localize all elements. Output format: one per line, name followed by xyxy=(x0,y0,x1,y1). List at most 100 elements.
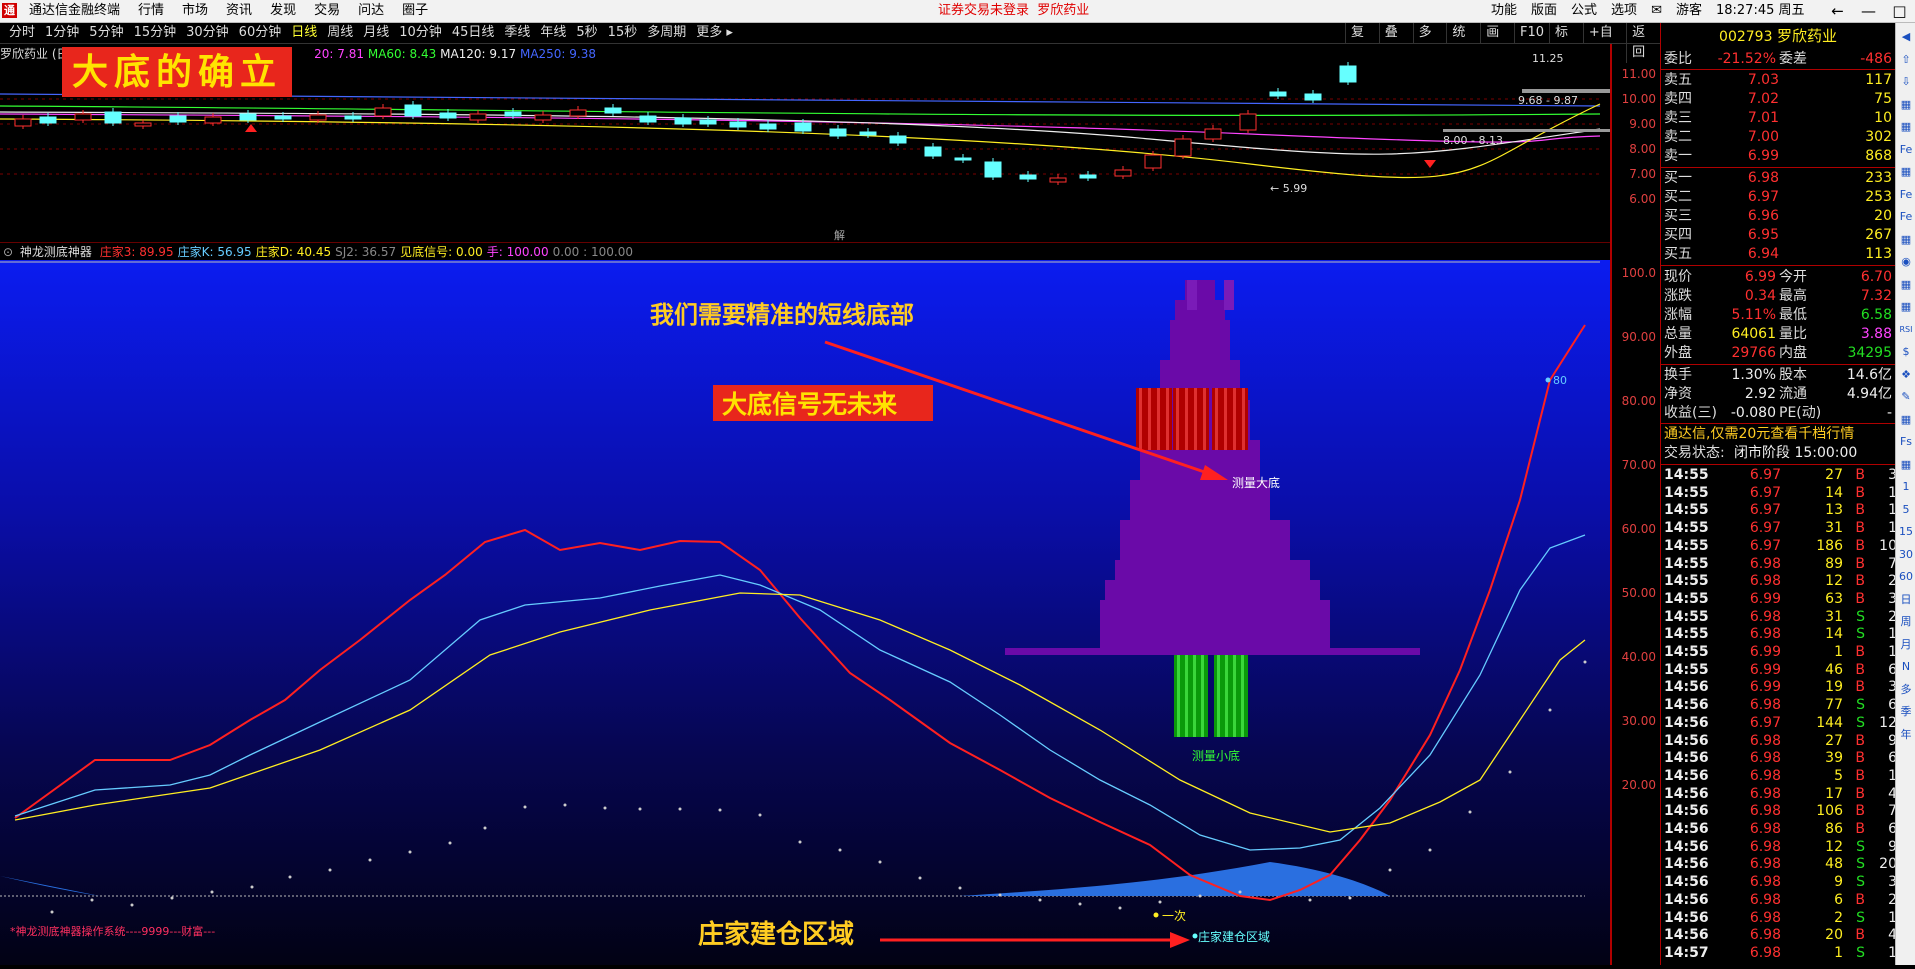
menu-hangqing[interactable]: 行情 xyxy=(129,0,173,22)
side-tool-4[interactable]: ▦ xyxy=(1898,119,1914,135)
menu-quanzi[interactable]: 圈子 xyxy=(393,0,437,22)
menu-gongneng[interactable]: 功能 xyxy=(1484,0,1524,22)
tick-time: 14:55 xyxy=(1664,502,1709,519)
ma250-label: MA250: 9.38 xyxy=(519,47,597,61)
signal-bar-highlight xyxy=(1148,388,1151,450)
period-tab-6[interactable]: 日线 xyxy=(286,23,322,43)
side-tool-8[interactable]: Fe xyxy=(1898,209,1914,225)
maximize-icon[interactable]: □ xyxy=(1884,0,1915,22)
period-tab-12[interactable]: 年线 xyxy=(535,23,571,43)
tick-time: 14:55 xyxy=(1664,484,1709,501)
tick-volume: 9 xyxy=(1834,874,1843,891)
menu-jiaoyi[interactable]: 交易 xyxy=(305,0,349,22)
sj2-dot xyxy=(1158,900,1162,904)
indicator-name[interactable]: 神龙测底神器 xyxy=(20,245,92,259)
sj2-dot xyxy=(958,886,962,890)
tick-volume: 63 xyxy=(1825,590,1843,607)
period-tab-3[interactable]: 15分钟 xyxy=(129,23,182,43)
sj2-dot xyxy=(1198,894,1202,898)
menu-zixun[interactable]: 资讯 xyxy=(217,0,261,22)
tick-time: 14:56 xyxy=(1664,732,1709,749)
period-tab-10[interactable]: 45日线 xyxy=(447,23,500,43)
price-band xyxy=(1522,89,1612,93)
bid-label: 买四 xyxy=(1664,227,1692,243)
menu-wenda[interactable]: 问达 xyxy=(349,0,393,22)
period-tab-0[interactable]: 分时 xyxy=(4,23,40,43)
side-tool-11[interactable]: ▦ xyxy=(1898,277,1914,293)
side-tool-3[interactable]: ▦ xyxy=(1898,97,1914,113)
tick-volume: 17 xyxy=(1825,785,1843,802)
tick-time: 14:55 xyxy=(1664,590,1709,607)
indicator-chart[interactable]: 测量大底 测量小底 一次 庄家建仓区域 80 *神龙测底神器操作系统----9999---… xyxy=(0,260,1612,965)
ask-volume: 75 xyxy=(1874,91,1892,107)
side-tool-22[interactable]: 15 xyxy=(1898,524,1914,540)
indicator-tick: 20.00 xyxy=(1621,778,1656,792)
side-tool-0[interactable]: ◀ xyxy=(1898,29,1914,45)
ask-price: 7.02 xyxy=(1747,91,1779,107)
side-tool-28[interactable]: N xyxy=(1898,659,1914,675)
side-tool-20[interactable]: 1 xyxy=(1898,479,1914,495)
menu-banmian[interactable]: 版面 xyxy=(1524,0,1564,22)
webi-value: -21.52% xyxy=(1717,51,1776,67)
side-tool-13[interactable]: RSI xyxy=(1898,322,1914,338)
side-tool-1[interactable]: ⇧ xyxy=(1898,52,1914,68)
period-tab-1[interactable]: 1分钟 xyxy=(40,23,84,43)
side-tool-18[interactable]: Fs xyxy=(1898,434,1914,450)
side-tool-10[interactable]: ◉ xyxy=(1898,254,1914,270)
sj2-dot xyxy=(998,893,1002,897)
period-tab-15[interactable]: 多周期 xyxy=(642,23,691,43)
menu-faxian[interactable]: 发现 xyxy=(261,0,305,22)
side-tool-2[interactable]: ⇩ xyxy=(1898,74,1914,90)
bid-volume: 20 xyxy=(1874,208,1892,224)
signal-bar-highlight xyxy=(1233,655,1236,737)
side-tool-7[interactable]: Fe xyxy=(1898,187,1914,203)
side-tool-5[interactable]: Fe xyxy=(1898,142,1914,158)
side-tool-12[interactable]: ▦ xyxy=(1898,299,1914,315)
side-tool-30[interactable]: 季 xyxy=(1898,704,1914,720)
side-tool-21[interactable]: 5 xyxy=(1898,502,1914,518)
side-tool-24[interactable]: 60 xyxy=(1898,569,1914,585)
tick-volume: 39 xyxy=(1825,750,1843,767)
ask-label: 卖四 xyxy=(1664,91,1692,107)
side-tool-17[interactable]: ▦ xyxy=(1898,412,1914,428)
side-tool-6[interactable]: ▦ xyxy=(1898,164,1914,180)
menu-gongshi[interactable]: 公式 xyxy=(1564,0,1604,22)
period-tab-4[interactable]: 30分钟 xyxy=(181,23,234,43)
back-icon[interactable]: ← xyxy=(1822,0,1853,22)
guest-user[interactable]: 游客 xyxy=(1669,0,1709,22)
period-tab-9[interactable]: 10分钟 xyxy=(394,23,447,43)
sj2-dot xyxy=(1548,708,1552,712)
side-tool-19[interactable]: ▦ xyxy=(1898,457,1914,473)
side-tool-25[interactable]: 日 xyxy=(1898,592,1914,608)
side-tool-9[interactable]: ▦ xyxy=(1898,232,1914,248)
indicator-label-ann-bottom: 庄家建仓区域 xyxy=(698,919,854,950)
side-tool-31[interactable]: 年 xyxy=(1898,727,1914,743)
side-tool-14[interactable]: $ xyxy=(1898,344,1914,360)
period-tab-13[interactable]: 5秒 xyxy=(571,23,602,43)
period-tab-11[interactable]: 季线 xyxy=(499,23,535,43)
side-tool-15[interactable]: ❖ xyxy=(1898,367,1914,383)
bid-price: 6.95 xyxy=(1747,227,1779,243)
mail-icon[interactable]: ✉ xyxy=(1644,0,1669,22)
menu-shichang[interactable]: 市场 xyxy=(173,0,217,22)
minimize-icon[interactable]: — xyxy=(1853,0,1884,22)
period-tab-7[interactable]: 周线 xyxy=(322,23,358,43)
panel-divider-icon[interactable]: 解 xyxy=(834,228,845,242)
indicator-toggle-icon[interactable]: ⊙ xyxy=(0,245,16,259)
quote-row: 总量 64061 量比 3.88 xyxy=(1661,325,1895,344)
menu-xuanxiang[interactable]: 选项 xyxy=(1604,0,1644,22)
side-tool-23[interactable]: 30 xyxy=(1898,547,1914,563)
side-tool-26[interactable]: 周 xyxy=(1898,614,1914,630)
period-tab-16[interactable]: 更多 ▸ xyxy=(691,23,738,43)
period-tab-8[interactable]: 月线 xyxy=(358,23,394,43)
sj2-dot xyxy=(523,805,527,809)
bid-price: 6.97 xyxy=(1747,189,1779,205)
period-tab-5[interactable]: 60分钟 xyxy=(234,23,287,43)
side-tool-29[interactable]: 多 xyxy=(1898,682,1914,698)
period-tab-14[interactable]: 15秒 xyxy=(603,23,643,43)
period-tab-2[interactable]: 5分钟 xyxy=(84,23,128,43)
price-label-high: 11.25 xyxy=(1532,52,1564,65)
side-tool-27[interactable]: 月 xyxy=(1898,637,1914,653)
quote-row[interactable]: 通达信,仅需20元查看千档行情 xyxy=(1661,425,1895,444)
side-tool-16[interactable]: ✎ xyxy=(1898,389,1914,405)
